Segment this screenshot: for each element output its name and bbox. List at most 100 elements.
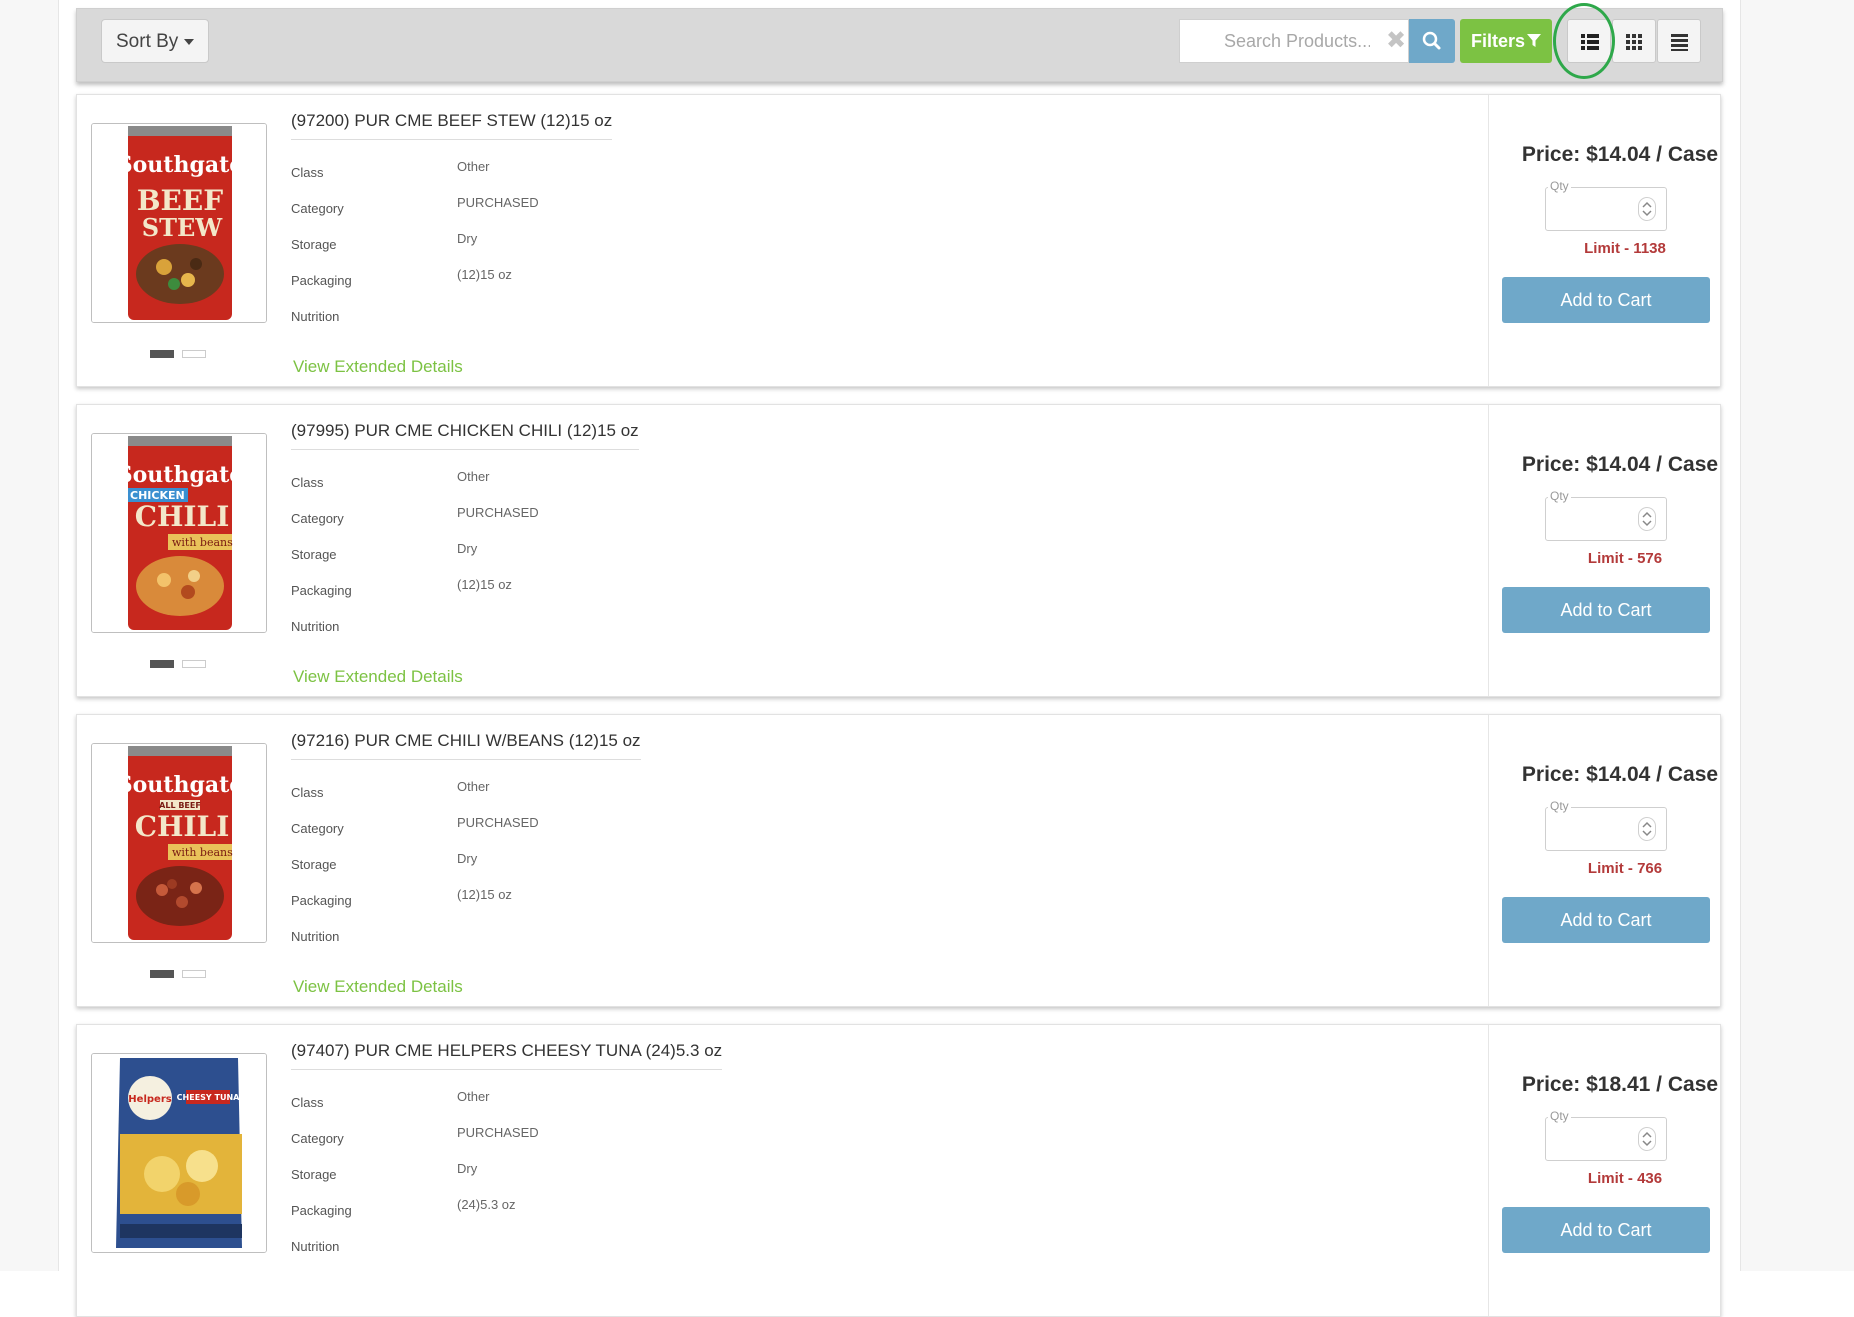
beef-stew-can-image: Southgate BEEF STEW [92, 124, 266, 322]
view-list-compact-button[interactable] [1657, 19, 1701, 63]
attr-label: Class [291, 165, 324, 180]
attr-value: (12)15 oz [457, 577, 512, 592]
clear-search-icon[interactable]: ✖ [1386, 29, 1406, 53]
view-extended-details-link[interactable]: View Extended Details [293, 977, 463, 997]
carousel-dot[interactable] [150, 349, 174, 358]
product-card: Southgate ALL BEEF CHILI with beans (972… [76, 714, 1721, 1007]
svg-text:Southgate: Southgate [117, 772, 244, 798]
product-image[interactable]: Southgate BEEF STEW [91, 123, 267, 323]
qty-input[interactable] [1546, 188, 1636, 230]
qty-input[interactable] [1546, 498, 1636, 540]
attr-label: Category [291, 1131, 344, 1146]
qty-label: Qty [1548, 1109, 1571, 1123]
add-to-cart-button[interactable]: Add to Cart [1502, 277, 1710, 323]
search-icon [1422, 31, 1441, 50]
limit-text: Limit - 576 [1587, 550, 1663, 567]
search-button[interactable] [1409, 19, 1455, 63]
card-divider [1488, 715, 1489, 1006]
qty-input[interactable] [1546, 808, 1636, 850]
carousel-dot[interactable] [182, 659, 206, 668]
product-title[interactable]: (97995) PUR CME CHICKEN CHILI (12)15 oz [291, 421, 639, 450]
qty-label: Qty [1548, 179, 1571, 193]
attr-label: Storage [291, 237, 337, 252]
attr-value: PURCHASED [457, 1125, 539, 1140]
price: Price: $14.04 / Case [1521, 763, 1719, 786]
carousel-dot[interactable] [150, 659, 174, 668]
product-card: Southgate BEEF STEW (97200) PUR CME BEEF… [76, 94, 1721, 387]
add-to-cart-button[interactable]: Add to Cart [1502, 897, 1710, 943]
qty-field [1545, 807, 1667, 851]
product-image[interactable]: Southgate ALL BEEF CHILI with beans [91, 743, 267, 943]
svg-text:STEW: STEW [142, 213, 223, 242]
card-divider [1488, 95, 1489, 386]
attr-value: PURCHASED [457, 195, 539, 210]
product-title[interactable]: (97200) PUR CME BEEF STEW (12)15 oz [291, 111, 613, 140]
product-title[interactable]: (97407) PUR CME HELPERS CHEESY TUNA (24)… [291, 1041, 723, 1070]
qty-spinner[interactable] [1638, 817, 1656, 841]
svg-text:CHILI: CHILI [135, 810, 230, 843]
qty-input[interactable] [1546, 1118, 1636, 1160]
qty-field [1545, 497, 1667, 541]
attr-label: Category [291, 821, 344, 836]
chicken-chili-can-image: Southgate CHICKEN CHILI with beans [92, 434, 266, 632]
price: Price: $18.41 / Case [1521, 1073, 1719, 1096]
price: Price: $14.04 / Case [1521, 453, 1719, 476]
svg-text:with beans: with beans [172, 536, 233, 549]
add-to-cart-button[interactable]: Add to Cart [1502, 1207, 1710, 1253]
spinner-arrows-icon [1642, 201, 1652, 217]
attr-label: Packaging [291, 1203, 352, 1218]
limit-text: Limit - 1138 [1584, 240, 1666, 257]
add-to-cart-button[interactable]: Add to Cart [1502, 587, 1710, 633]
svg-text:CHILI: CHILI [135, 500, 230, 533]
carousel-dot[interactable] [182, 969, 206, 978]
qty-spinner[interactable] [1638, 1127, 1656, 1151]
sort-by-button[interactable]: Sort By [101, 19, 210, 63]
image-carousel-dots [150, 345, 214, 363]
annotation-highlight-circle [1553, 3, 1615, 79]
filters-button[interactable]: Filters [1460, 19, 1552, 63]
product-image[interactable]: Southgate CHICKEN CHILI with beans [91, 433, 267, 633]
left-gutter [0, 0, 59, 1271]
carousel-dot[interactable] [150, 969, 174, 978]
attr-label: Packaging [291, 273, 352, 288]
spinner-arrows-icon [1642, 511, 1652, 527]
attr-value: Other [457, 159, 490, 174]
view-extended-details-link[interactable]: View Extended Details [293, 357, 463, 377]
attr-value: (12)15 oz [457, 267, 512, 282]
svg-text:ALL BEEF: ALL BEEF [159, 801, 201, 810]
search-box: ✖ [1179, 19, 1409, 63]
attr-value: PURCHASED [457, 815, 539, 830]
price: Price: $14.04 / Case [1521, 143, 1719, 166]
attr-label: Packaging [291, 583, 352, 598]
view-grid-button[interactable] [1612, 19, 1656, 63]
svg-text:CHEESY TUNA: CHEESY TUNA [177, 1093, 240, 1102]
list-compact-icon [1671, 34, 1688, 51]
product-image[interactable]: Helpers CHEESY TUNA [91, 1053, 267, 1253]
right-gutter [1740, 0, 1854, 1271]
attr-label: Class [291, 785, 324, 800]
attr-label: Storage [291, 857, 337, 872]
caret-down-icon [184, 38, 195, 45]
carousel-dot[interactable] [182, 349, 206, 358]
image-carousel-dots [150, 655, 214, 673]
product-card: Helpers CHEESY TUNA (97407) PUR CME HELP… [76, 1024, 1721, 1317]
view-extended-details-link[interactable]: View Extended Details [293, 667, 463, 687]
sort-by-label: Sort By [116, 31, 179, 52]
qty-spinner[interactable] [1638, 197, 1656, 221]
search-input[interactable] [1180, 20, 1370, 62]
spinner-arrows-icon [1642, 1131, 1652, 1147]
qty-spinner[interactable] [1638, 507, 1656, 531]
filters-label: Filters [1470, 31, 1526, 51]
attr-value: Dry [457, 231, 478, 246]
attr-label: Nutrition [291, 929, 340, 944]
attr-value: Other [457, 1089, 490, 1104]
attr-label: Class [291, 1095, 324, 1110]
qty-field [1545, 1117, 1667, 1161]
grid-icon [1626, 34, 1642, 50]
attr-label: Category [291, 201, 344, 216]
limit-text: Limit - 766 [1587, 860, 1663, 877]
product-title[interactable]: (97216) PUR CME CHILI W/BEANS (12)15 oz [291, 731, 641, 760]
qty-label: Qty [1548, 489, 1571, 503]
attr-label: Category [291, 511, 344, 526]
qty-field [1545, 187, 1667, 231]
